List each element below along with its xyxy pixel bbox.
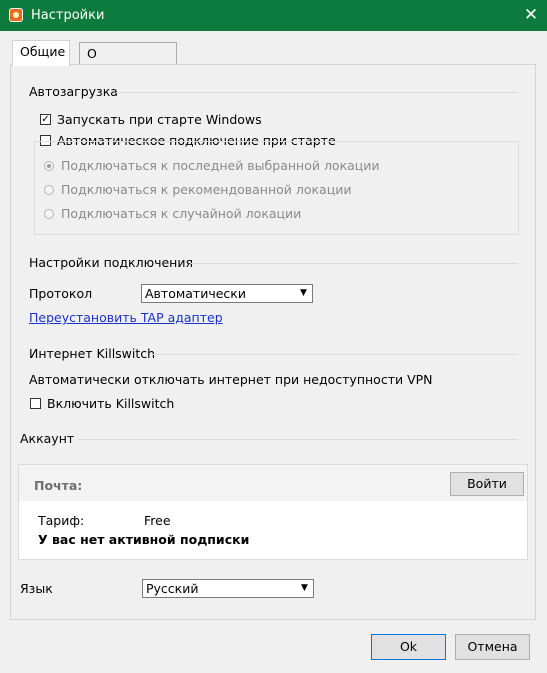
killswitch-checkbox[interactable] bbox=[30, 398, 41, 409]
killswitch-title: Интернет Killswitch bbox=[29, 346, 156, 361]
account-box: Почта: Войти Тариф: Free У вас нет актив… bbox=[18, 464, 528, 560]
protocol-value: Автоматически bbox=[145, 286, 246, 301]
tab-general-label: Общие bbox=[20, 44, 66, 59]
radio-random-location[interactable] bbox=[44, 209, 54, 219]
language-select[interactable]: Русский ▼ bbox=[142, 579, 314, 598]
radio-last-location-label: Подключаться к последней выбранной локац… bbox=[61, 158, 380, 173]
launch-windows-checkbox[interactable]: ✓ bbox=[40, 114, 51, 125]
tariff-value: Free bbox=[144, 513, 171, 528]
close-icon[interactable]: ✕ bbox=[521, 4, 541, 26]
radio-recommended-location-label: Подключаться к рекомендованной локации bbox=[61, 182, 352, 197]
language-label: Язык bbox=[20, 581, 53, 596]
ok-button[interactable]: Ok bbox=[371, 634, 446, 660]
connection-divider bbox=[190, 263, 518, 264]
account-divider bbox=[78, 439, 518, 440]
tab-about[interactable]: О программе bbox=[79, 42, 177, 83]
radio-recommended-location[interactable] bbox=[44, 185, 54, 195]
killswitch-description: Автоматически отключать интернет при нед… bbox=[29, 372, 433, 387]
language-value: Русский bbox=[146, 581, 199, 596]
app-logo-icon bbox=[9, 8, 23, 22]
cancel-button[interactable]: Отмена bbox=[455, 634, 530, 660]
subscription-status: У вас нет активной подписки bbox=[38, 532, 250, 547]
autostart-divider bbox=[116, 92, 518, 93]
killswitch-divider bbox=[152, 354, 518, 355]
tariff-label: Тариф: bbox=[38, 513, 85, 528]
chevron-down-icon: ▼ bbox=[300, 288, 307, 298]
protocol-select[interactable]: Автоматически ▼ bbox=[141, 284, 313, 303]
connection-title: Настройки подключения bbox=[29, 255, 193, 270]
tab-general[interactable]: Общие bbox=[12, 40, 70, 66]
launch-windows-label: Запускать при старте Windows bbox=[57, 112, 262, 127]
killswitch-label: Включить Killswitch bbox=[47, 396, 175, 411]
login-button[interactable]: Войти bbox=[450, 472, 524, 496]
account-title: Аккаунт bbox=[20, 431, 75, 446]
title-bar: Настройки ✕ bbox=[0, 0, 547, 31]
autostart-title: Автозагрузка bbox=[29, 84, 118, 99]
checkmark-icon: ✓ bbox=[41, 114, 50, 125]
radio-last-location[interactable] bbox=[44, 161, 54, 171]
radio-random-location-label: Подключаться к случайной локации bbox=[61, 206, 302, 221]
protocol-label: Протокол bbox=[29, 286, 93, 301]
reinstall-tap-link[interactable]: Переустановить TAP адаптер bbox=[29, 310, 223, 325]
chevron-down-icon: ▼ bbox=[301, 583, 308, 593]
account-header: Почта: Войти bbox=[19, 465, 527, 501]
email-label: Почта: bbox=[34, 478, 83, 493]
window-title: Настройки bbox=[31, 8, 105, 23]
